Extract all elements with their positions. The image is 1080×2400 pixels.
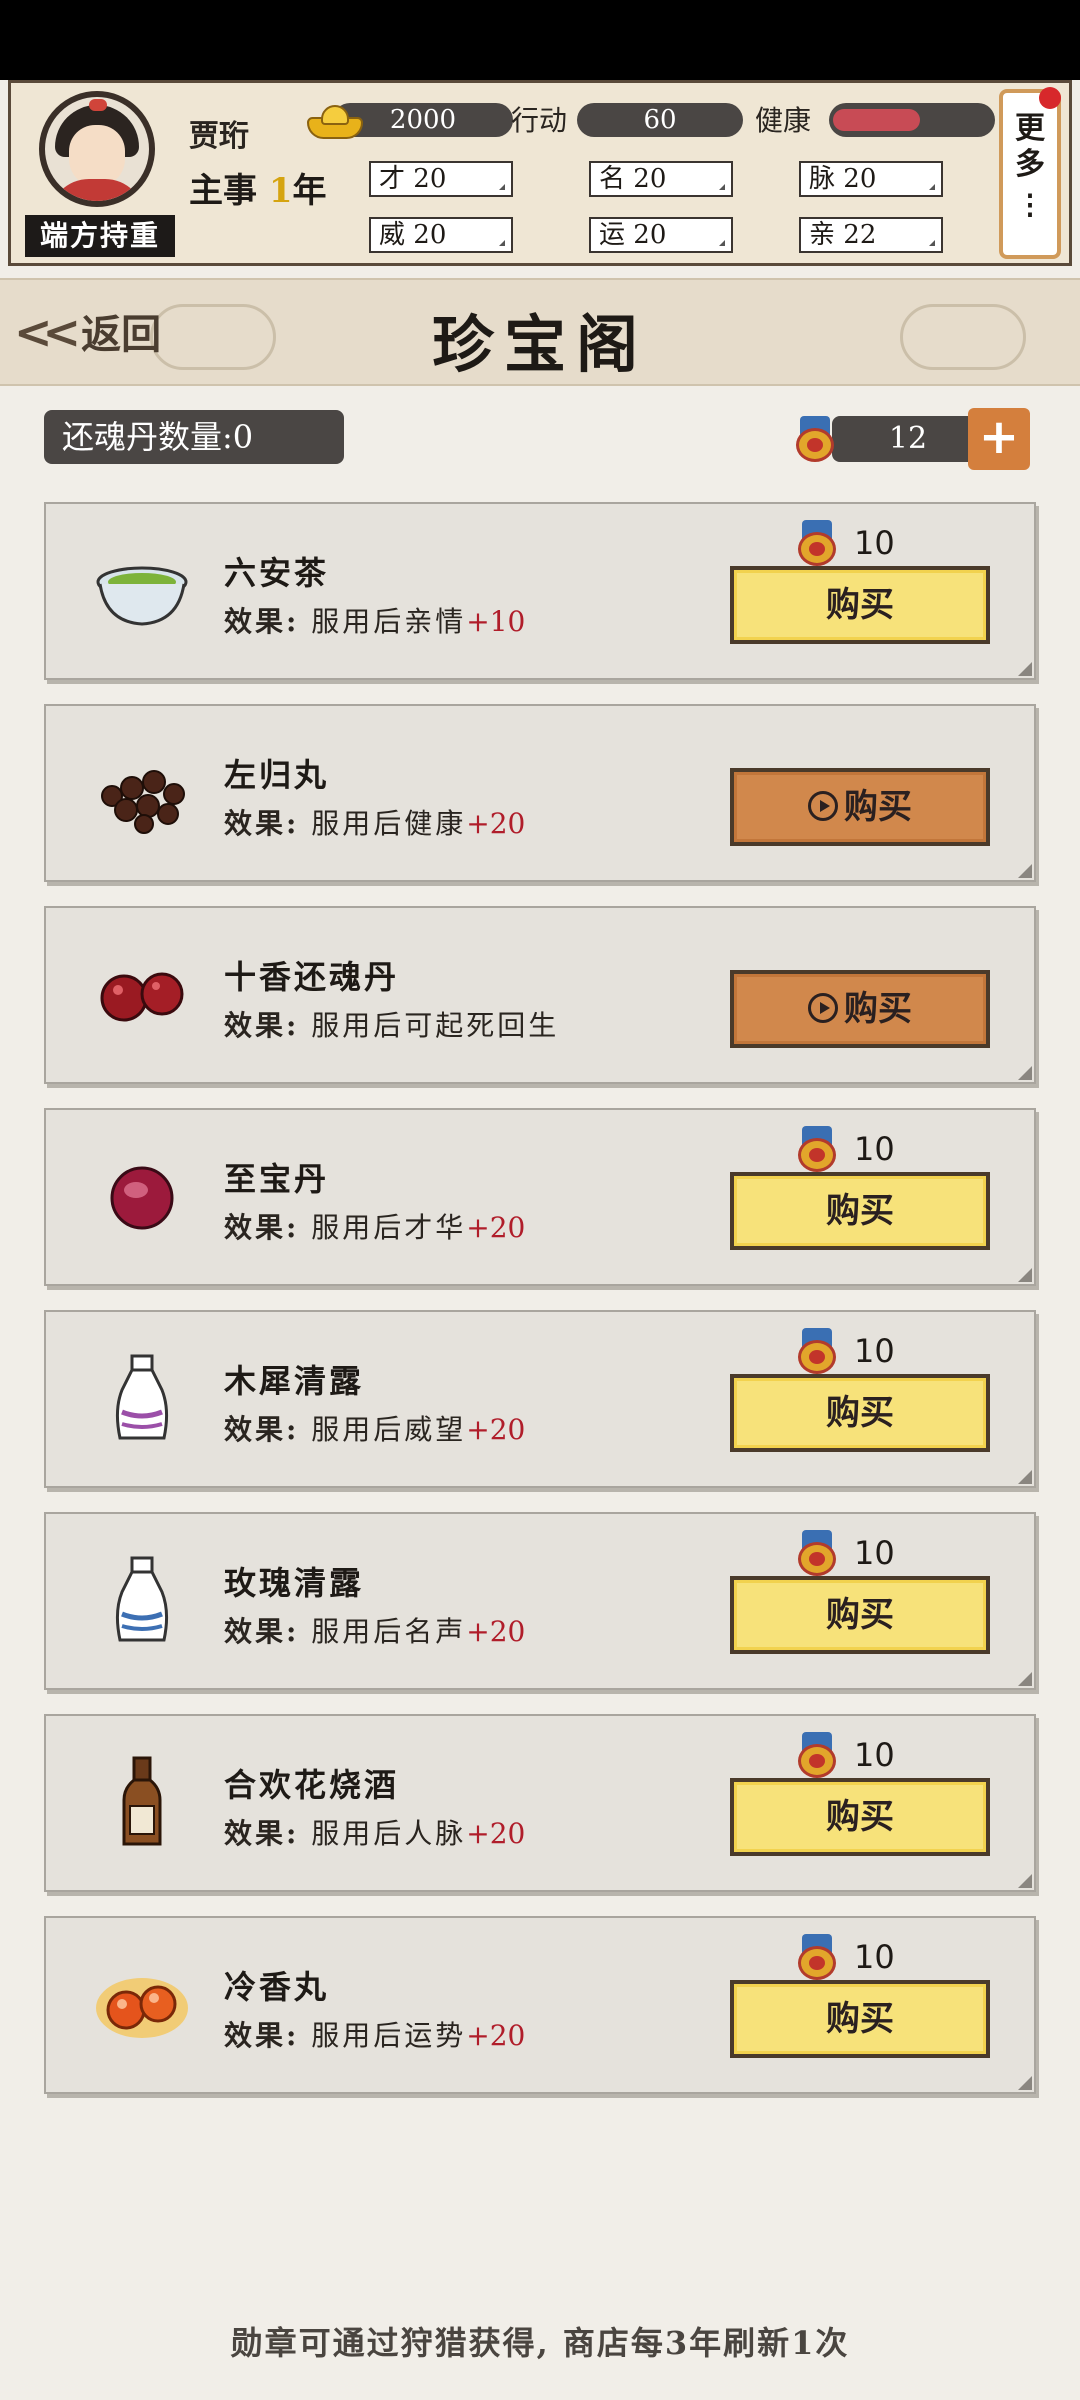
item-effect: 效果: 服用后运势+20 xyxy=(224,2019,526,2052)
buy-button[interactable]: 购买 xyxy=(730,1576,990,1654)
role-years: 1 xyxy=(268,171,293,211)
action-label: 行动 xyxy=(511,104,568,137)
item-effect: 效果: 服用后亲情+10 xyxy=(224,605,526,638)
more-dots-icon: ⋮ xyxy=(1016,188,1044,221)
list-item: 木犀清露 效果: 服用后威望+20 10 购买 xyxy=(44,1310,1036,1488)
buy-button[interactable]: 购买 xyxy=(730,1374,990,1452)
item-name: 玫瑰清露 xyxy=(224,1564,365,1602)
watch-video-buy-button[interactable]: 购买 xyxy=(730,970,990,1048)
character-title: 端方持重 xyxy=(25,215,175,257)
page-title: 珍宝阁 xyxy=(431,308,648,381)
medal-count-value: 12 xyxy=(832,416,984,462)
item-name: 十香还魂丹 xyxy=(224,958,400,996)
page-header: << 返回 珍宝阁 xyxy=(0,278,1080,386)
buy-button[interactable]: 购买 xyxy=(730,1778,990,1856)
item-effect: 效果: 服用后可起死回生 xyxy=(224,1009,560,1042)
system-status-bar xyxy=(0,0,1080,80)
stat-luck[interactable]: 运 20 xyxy=(589,217,733,253)
stat-network[interactable]: 脉 20 xyxy=(799,161,943,197)
medal-icon xyxy=(798,1126,836,1172)
list-item: 玫瑰清露 效果: 服用后名声+20 10 购买 xyxy=(44,1512,1036,1690)
item-name: 左归丸 xyxy=(224,756,330,794)
health-label: 健康 xyxy=(755,104,812,137)
buy-button[interactable]: 购买 xyxy=(730,1172,990,1250)
stat-fame[interactable]: 名 20 xyxy=(589,161,733,197)
list-item: 合欢花烧酒 效果: 服用后人脉+20 10 购买 xyxy=(44,1714,1036,1892)
play-icon xyxy=(808,791,838,821)
list-item: 冷香丸 效果: 服用后运势+20 10 购买 xyxy=(44,1916,1036,2094)
add-medal-button[interactable]: + xyxy=(968,408,1030,470)
medal-icon xyxy=(798,1934,836,1980)
list-item: 六安茶 效果: 服用后亲情+10 10 购买 xyxy=(44,502,1036,680)
health-bar-fill xyxy=(833,109,920,131)
item-effect: 效果: 服用后健康+20 xyxy=(224,807,526,840)
shop-footnote: 勋章可通过狩猎获得, 商店每3年刷新1次 xyxy=(230,2324,850,2362)
orange-pills-icon xyxy=(96,1978,188,2038)
red-pills-icon xyxy=(100,972,184,1022)
item-effect: 效果: 服用后才华+20 xyxy=(224,1211,526,1244)
health-bar xyxy=(829,103,995,137)
role-label: 主事 xyxy=(189,171,257,211)
item-name: 合欢花烧酒 xyxy=(224,1766,400,1804)
wine-bottle-icon xyxy=(122,1756,162,1846)
item-effect: 效果: 服用后威望+20 xyxy=(224,1413,526,1446)
bottle-blue-icon xyxy=(115,1556,169,1642)
more-label: 更多 xyxy=(1015,111,1045,182)
character-role: 主事 1年 xyxy=(189,163,327,212)
gold-value: 2000 xyxy=(389,105,457,135)
tea-bowl-icon xyxy=(96,566,188,626)
item-name: 至宝丹 xyxy=(224,1160,330,1198)
item-effect: 效果: 服用后名声+20 xyxy=(224,1615,526,1648)
item-name: 六安茶 xyxy=(224,554,330,592)
medal-icon xyxy=(798,1530,836,1576)
watch-video-buy-button[interactable]: 购买 xyxy=(730,768,990,846)
pills-icon xyxy=(101,770,185,834)
red-pill-icon xyxy=(110,1166,174,1230)
stat-talent[interactable]: 才 20 xyxy=(369,161,513,197)
list-item: 左归丸 效果: 服用后健康+20 购买 xyxy=(44,704,1036,882)
character-portrait xyxy=(39,91,155,207)
medal-icon xyxy=(798,520,836,566)
medal-icon xyxy=(796,416,834,462)
revive-pill-count: 还魂丹数量:0 xyxy=(44,410,344,464)
item-effect: 效果: 服用后人脉+20 xyxy=(224,1817,526,1850)
character-status-panel: 端方持重 贾珩 主事 1年 2000 行动 60 健康 才 20 名 20 脉 … xyxy=(8,80,1072,266)
character-name: 贾珩 xyxy=(189,119,249,154)
medal-icon xyxy=(798,1328,836,1374)
medal-counter: 12 + xyxy=(796,408,1034,470)
list-item: 至宝丹 效果: 服用后才华+20 10 购买 xyxy=(44,1108,1036,1286)
medal-icon xyxy=(798,1732,836,1778)
item-name: 木犀清露 xyxy=(224,1362,365,1400)
more-button[interactable]: 更多 ⋮ xyxy=(999,87,1061,259)
play-icon xyxy=(808,993,838,1023)
stat-prestige[interactable]: 威 20 xyxy=(369,217,513,253)
buy-button[interactable]: 购买 xyxy=(730,566,990,644)
stat-family[interactable]: 亲 22 xyxy=(799,217,943,253)
gold-ingot-icon xyxy=(307,101,363,141)
item-name: 冷香丸 xyxy=(224,1968,330,2006)
notification-dot xyxy=(1039,87,1061,109)
action-counter: 60 xyxy=(577,103,743,137)
avatar[interactable]: 端方持重 xyxy=(25,91,175,257)
action-value: 60 xyxy=(643,105,677,135)
list-item: 十香还魂丹 效果: 服用后可起死回生 购买 xyxy=(44,906,1036,1084)
role-year-unit: 年 xyxy=(292,171,327,211)
bottle-purple-icon xyxy=(115,1354,169,1440)
buy-button[interactable]: 购买 xyxy=(730,1980,990,2058)
